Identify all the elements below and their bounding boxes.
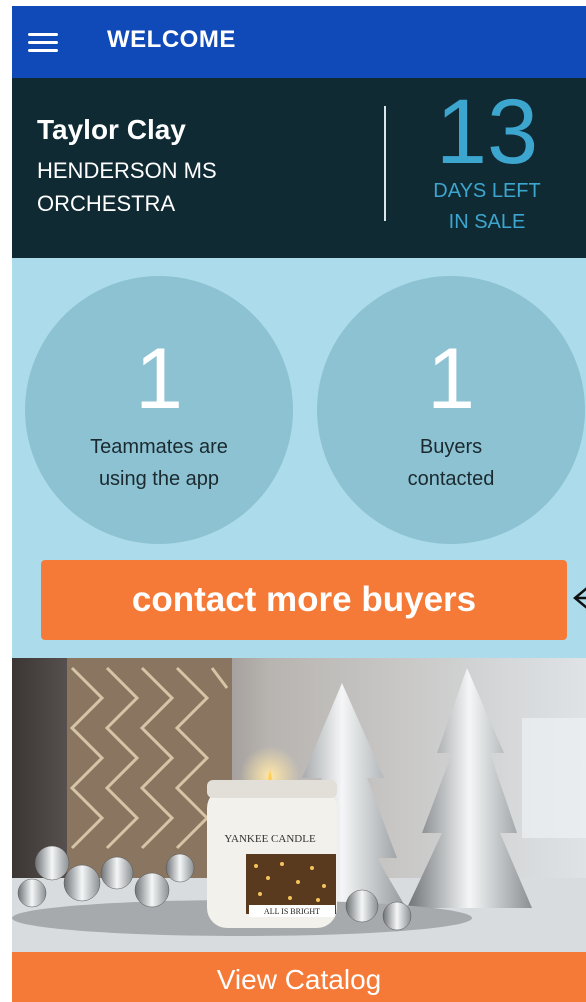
teammates-count: 1 — [135, 331, 183, 427]
page-title: WELCOME — [107, 26, 236, 53]
view-catalog-button[interactable]: View Catalog — [12, 952, 586, 1002]
days-left-label: DAYS LEFT — [433, 180, 541, 202]
catalog-hero-image: YANKEE CANDLE ALL IS BRIGHT — [12, 658, 586, 952]
candle-scene-illustration: YANKEE CANDLE ALL IS BRIGHT — [12, 658, 586, 952]
team-name-line2: ORCHESTRA — [37, 191, 176, 216]
contact-more-buyers-button[interactable]: contact more buyers — [41, 560, 567, 640]
buyers-stat: 1 Buyers contacted — [317, 276, 585, 544]
hamburger-menu-icon[interactable] — [28, 30, 62, 56]
stats-section: 1 Teammates are using the app 1 Buyers c… — [12, 258, 586, 658]
teammates-label-line2: using the app — [98, 468, 220, 490]
team-name-line1: HENDERSON MS — [37, 158, 217, 183]
candle-brand-text: YANKEE CANDLE — [224, 833, 316, 845]
days-left-count: 13 — [435, 81, 539, 183]
candle-name-text: ALL IS BRIGHT — [264, 907, 320, 916]
buyers-label-line2: contacted — [407, 468, 495, 490]
buyers-count: 1 — [427, 331, 475, 427]
seller-header: Taylor Clay HENDERSON MS ORCHESTRA 13 DA… — [12, 78, 586, 258]
user-name: Taylor Clay — [37, 114, 186, 145]
buyers-label-line1: Buyers — [419, 436, 483, 458]
top-app-bar: WELCOME — [12, 6, 586, 78]
app-screen: WELCOME Taylor Clay HENDERSON MS ORCHEST… — [12, 6, 586, 1002]
teammates-label-line1: Teammates are — [90, 436, 228, 458]
in-sale-label: IN SALE — [448, 211, 526, 233]
teammates-stat: 1 Teammates are using the app — [25, 276, 293, 544]
header-divider — [384, 106, 386, 221]
arrow-left-icon — [573, 587, 586, 609]
